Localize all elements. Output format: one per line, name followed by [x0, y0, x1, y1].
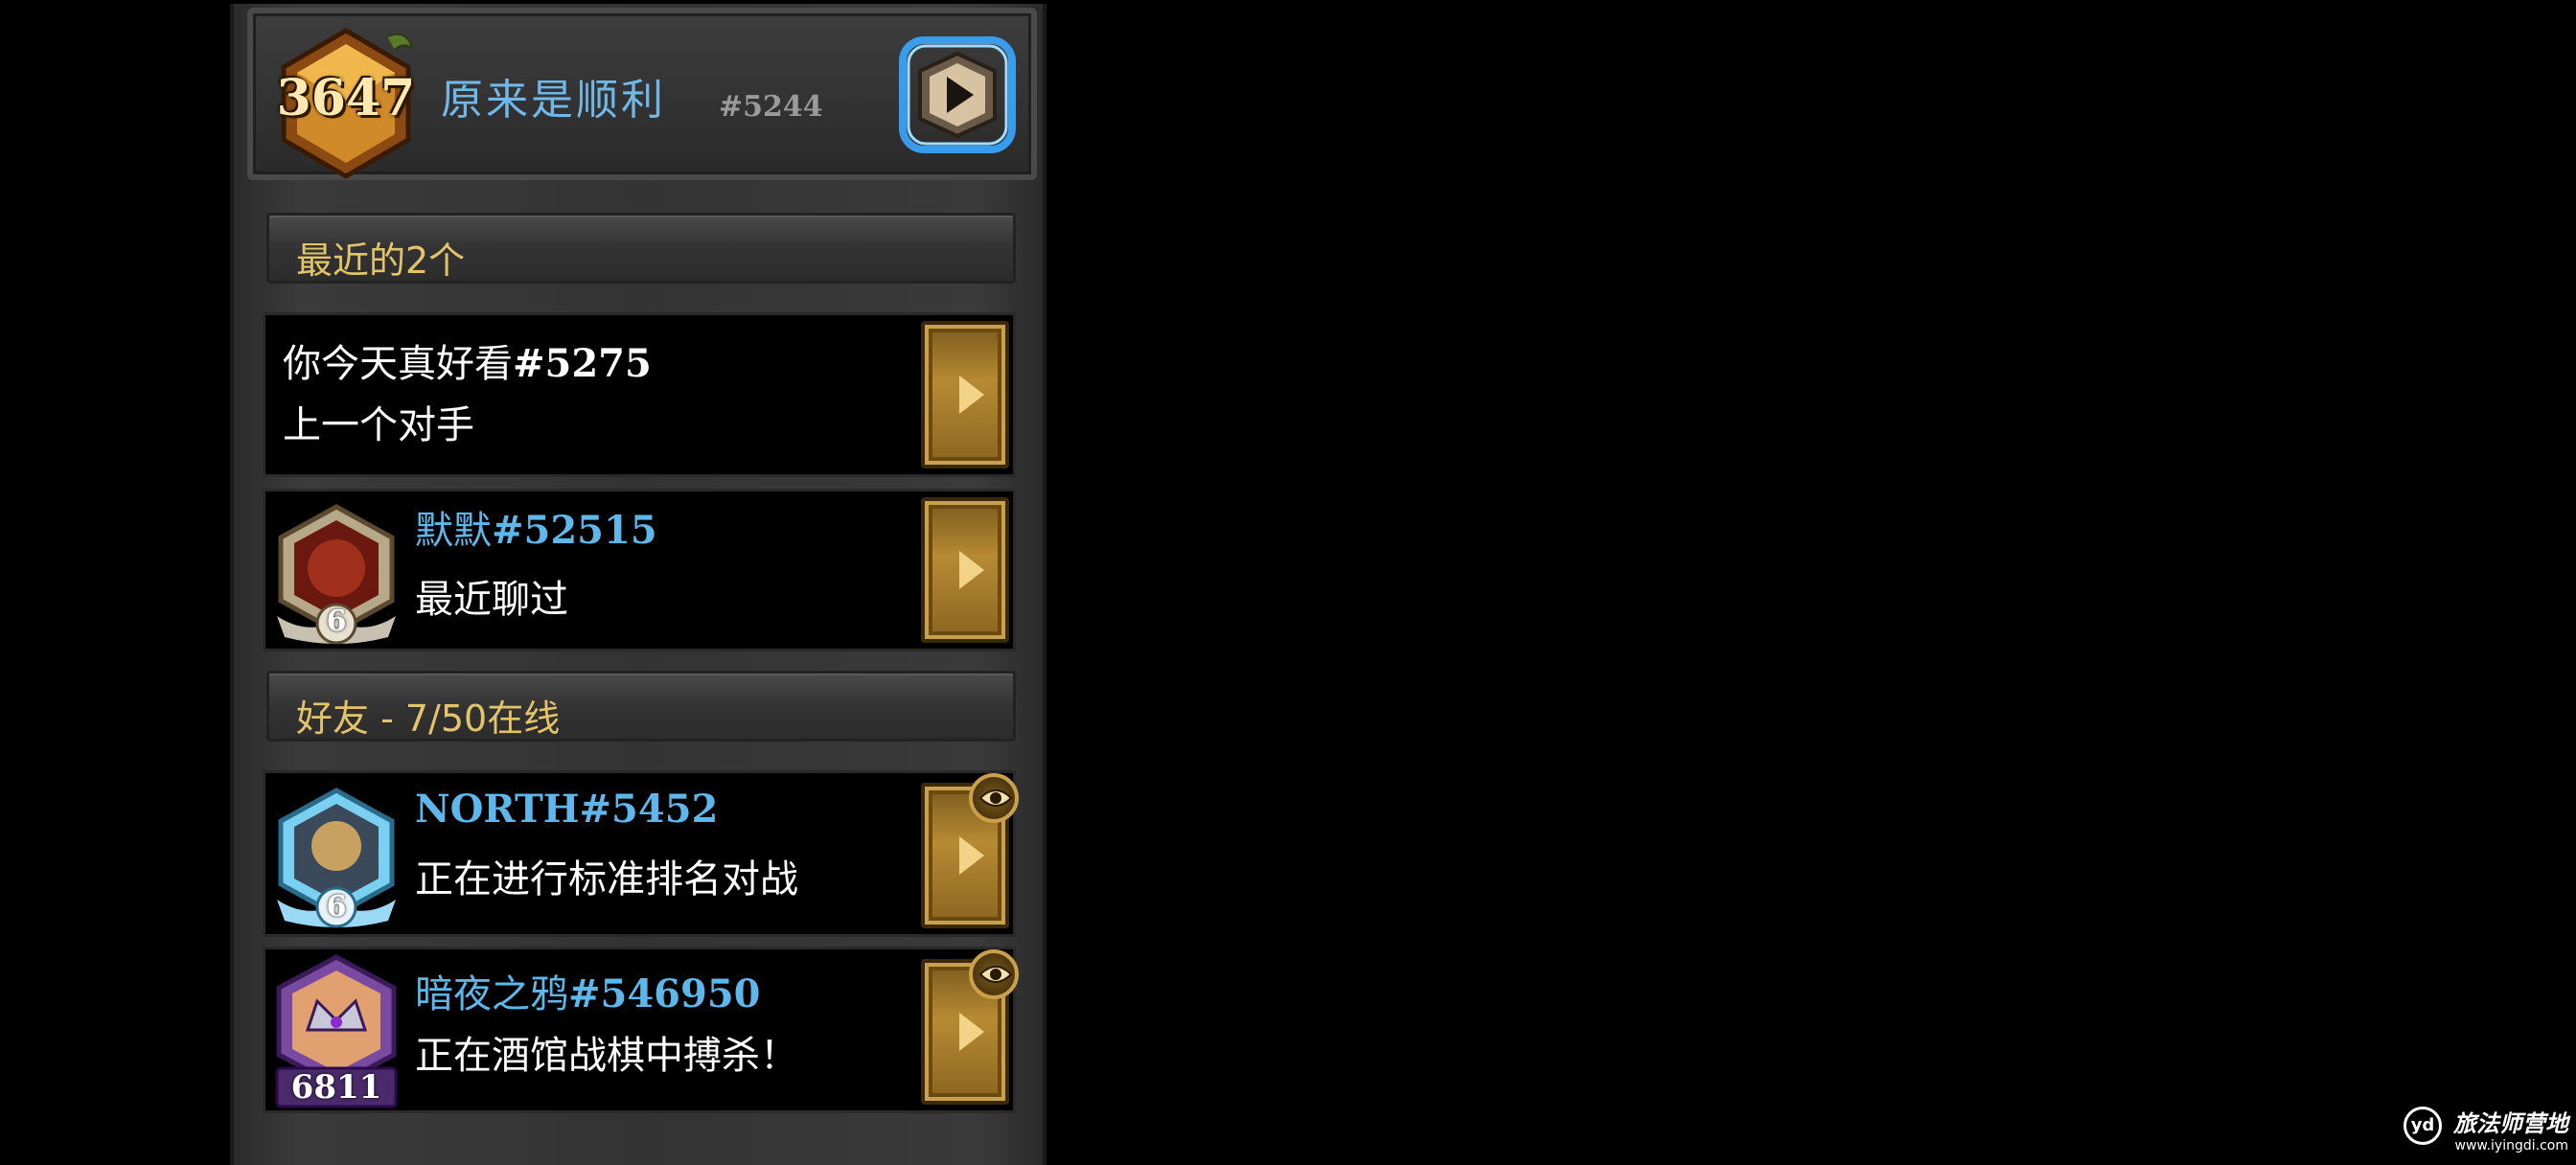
avatar-icon: 6: [269, 501, 403, 645]
watermark-url: www.iyingdi.com: [2454, 1138, 2568, 1154]
player-tag: #5244: [719, 90, 823, 124]
recent-row-name: 默默#52515: [415, 508, 657, 553]
recent-section-title: 最近的2个: [296, 240, 466, 282]
spectate-button[interactable]: [969, 949, 1019, 999]
arrow-right-button[interactable]: [921, 773, 1019, 928]
recent-row-status: 最近聊过: [415, 578, 568, 622]
recent-row[interactable]: 你今天真好看#5275 上一个对手: [263, 312, 1016, 477]
avatar-level: 6: [326, 605, 347, 638]
friend-row-status: 正在酒馆战棋中搏杀！: [415, 1034, 798, 1078]
recent-row-name: 你今天真好看#5275: [283, 341, 652, 386]
play-button[interactable]: [899, 36, 1016, 153]
watermark-logo-icon: yd: [2404, 1107, 2442, 1145]
friend-row[interactable]: 6811 暗夜之鸦#546950 正在酒馆战棋中搏杀！: [263, 947, 1019, 1113]
avatar-level: 6811: [290, 1068, 382, 1107]
eye-icon: [978, 789, 1013, 807]
eye-icon: [978, 966, 1013, 983]
avatar-icon: 6811: [269, 953, 403, 1110]
recent-section-header: 最近的2个: [266, 213, 1016, 284]
recent-row[interactable]: 6 默默#52515 最近聊过: [263, 489, 1016, 651]
spectate-button[interactable]: [969, 773, 1019, 823]
arrow-right-button[interactable]: [921, 321, 1009, 468]
rank-gem-icon: 3647: [274, 27, 418, 180]
watermark: yd 旅法师营地 www.iyingdi.com: [2404, 1105, 2568, 1154]
recent-row-status: 上一个对手: [283, 403, 474, 447]
friends-section-title: 好友 - 7/50在线: [296, 697, 561, 740]
avatar-level: 6: [326, 890, 347, 924]
rank-value: 3647: [276, 69, 416, 127]
friend-row-status: 正在进行标准排名对战: [415, 857, 798, 902]
arrow-right-button[interactable]: [921, 497, 1009, 643]
friend-row-name: NORTH#5452: [415, 787, 719, 832]
watermark-title: 旅法师营地: [2453, 1110, 2568, 1137]
play-icon: [899, 36, 1016, 153]
player-header: 3647 原来是顺利 #5244: [247, 8, 1037, 180]
friends-section-header: 好友 - 7/50在线: [266, 671, 1016, 742]
friend-row[interactable]: 6 NORTH#5452 正在进行标准排名对战: [263, 770, 1019, 937]
friends-panel: 3647 原来是顺利 #5244 最近的2个 你今天真好看#5275 上一个对手: [230, 4, 1046, 1165]
player-name: 原来是顺利: [441, 76, 666, 125]
avatar-icon: 6: [269, 785, 403, 928]
arrow-right-button[interactable]: [921, 949, 1019, 1105]
friend-row-name: 暗夜之鸦#546950: [415, 971, 761, 1017]
